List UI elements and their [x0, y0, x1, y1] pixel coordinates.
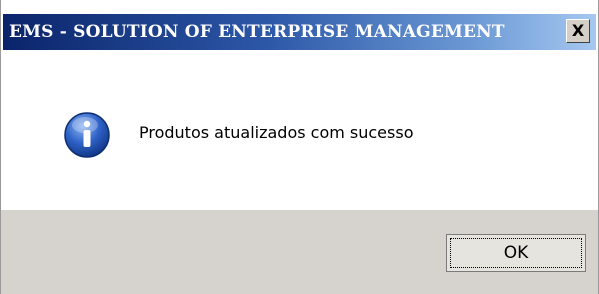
ok-button-label: OK — [503, 243, 529, 263]
title-bar-area: EMS - SOLUTION OF ENTERPRISE MANAGEMENT … — [1, 0, 598, 54]
title-bar[interactable]: EMS - SOLUTION OF ENTERPRISE MANAGEMENT … — [3, 14, 596, 50]
ok-button[interactable]: OK — [446, 234, 586, 272]
message-dialog: EMS - SOLUTION OF ENTERPRISE MANAGEMENT … — [0, 0, 599, 294]
window-title: EMS - SOLUTION OF ENTERPRISE MANAGEMENT — [9, 22, 505, 42]
dialog-content: Produtos atualizados com sucesso — [1, 54, 598, 210]
close-button[interactable]: X — [566, 19, 590, 43]
dialog-message: Produtos atualizados com sucesso — [139, 123, 414, 142]
close-icon: X — [571, 21, 585, 40]
dialog-button-bar: OK — [1, 210, 598, 294]
info-icon — [64, 112, 110, 158]
